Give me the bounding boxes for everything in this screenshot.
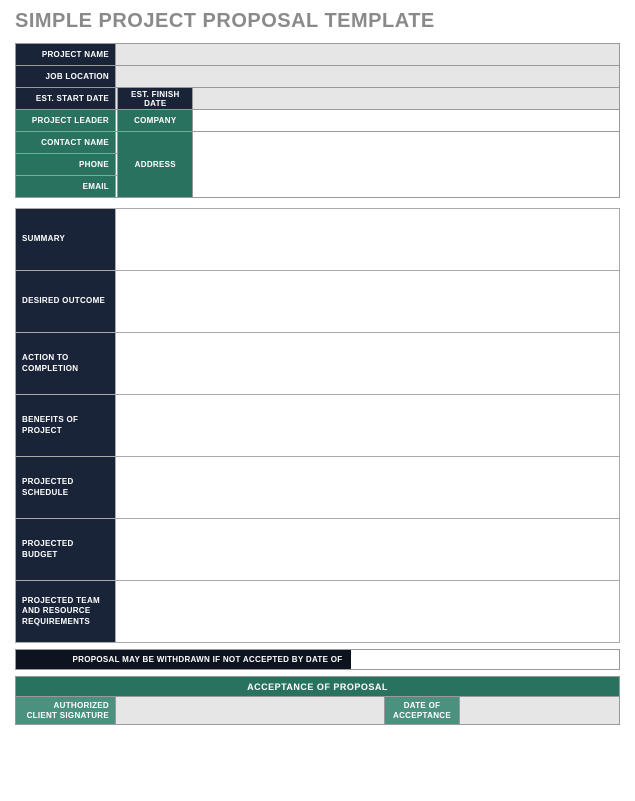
- phone-field[interactable]: [116, 154, 118, 176]
- benefits-field[interactable]: [116, 395, 620, 457]
- details-table: SUMMARY DESIRED OUTCOME ACTION TO COMPLE…: [15, 208, 620, 643]
- action-field[interactable]: [116, 333, 620, 395]
- project-leader-label: PROJECT LEADER: [16, 110, 116, 132]
- project-name-label: PROJECT NAME: [16, 44, 116, 66]
- email-field[interactable]: [116, 176, 118, 198]
- contact-name-label: CONTACT NAME: [16, 132, 116, 154]
- page-title: SIMPLE PROJECT PROPOSAL TEMPLATE: [15, 10, 620, 33]
- header-table: PROJECT NAME JOB LOCATION EST. START DAT…: [15, 43, 620, 198]
- withdraw-date-field[interactable]: [351, 650, 620, 670]
- phone-label: PHONE: [16, 154, 116, 176]
- summary-field[interactable]: [116, 209, 620, 271]
- company-field[interactable]: [193, 110, 620, 132]
- acceptance-heading: ACCEPTANCE OF PROPOSAL: [16, 677, 620, 697]
- est-finish-label: EST. FINISH DATE: [118, 88, 193, 110]
- acceptance-date-label: DATE OF ACCEPTANCE: [385, 697, 460, 725]
- schedule-field[interactable]: [116, 457, 620, 519]
- signature-label: AUTHORIZED CLIENT SIGNATURE: [16, 697, 116, 725]
- budget-field[interactable]: [116, 519, 620, 581]
- est-start-label: EST. START DATE: [16, 88, 116, 110]
- benefits-label: BENEFITS OF PROJECT: [16, 395, 116, 457]
- company-label: COMPANY: [118, 110, 193, 132]
- signature-field[interactable]: [116, 697, 385, 725]
- schedule-label: PROJECTED SCHEDULE: [16, 457, 116, 519]
- withdraw-table: PROPOSAL MAY BE WITHDRAWN IF NOT ACCEPTE…: [15, 649, 620, 670]
- action-label: ACTION TO COMPLETION: [16, 333, 116, 395]
- address-field[interactable]: [193, 132, 620, 198]
- project-name-field[interactable]: [116, 44, 620, 66]
- job-location-label: JOB LOCATION: [16, 66, 116, 88]
- job-location-field[interactable]: [116, 66, 620, 88]
- desired-outcome-label: DESIRED OUTCOME: [16, 271, 116, 333]
- address-label: ADDRESS: [118, 132, 193, 198]
- withdraw-label: PROPOSAL MAY BE WITHDRAWN IF NOT ACCEPTE…: [16, 650, 351, 670]
- budget-label: PROJECTED BUDGET: [16, 519, 116, 581]
- team-field[interactable]: [116, 581, 620, 643]
- team-label: PROJECTED TEAM AND RESOURCE REQUIREMENTS: [16, 581, 116, 643]
- acceptance-table: ACCEPTANCE OF PROPOSAL AUTHORIZED CLIENT…: [15, 676, 620, 725]
- acceptance-date-field[interactable]: [460, 697, 620, 725]
- summary-label: SUMMARY: [16, 209, 116, 271]
- email-label: EMAIL: [16, 176, 116, 198]
- desired-outcome-field[interactable]: [116, 271, 620, 333]
- est-finish-field[interactable]: [193, 88, 620, 110]
